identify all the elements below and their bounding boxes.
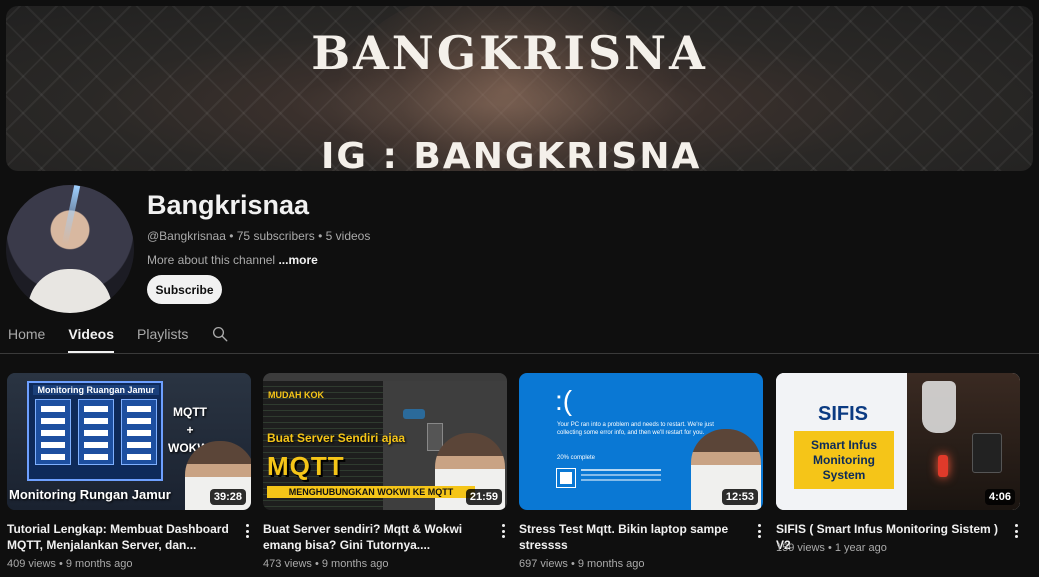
video-meta: 473 views • 9 months ago (263, 558, 389, 570)
indicator-light (938, 455, 948, 477)
tabs-divider (0, 353, 1039, 354)
about-label: More about this channel (147, 253, 276, 267)
thumbnail-strip: MENGHUBUNGKAN WOKWI KE MQTT (267, 486, 475, 498)
video-card[interactable]: MUDAH KOK Buat Server Sendiri ajaa MQTT … (263, 373, 507, 570)
thumbnail-mqtt-text: MQTT (267, 451, 345, 481)
thumbnail-caption: Monitoring Rungan Jamur (9, 487, 171, 502)
more-link[interactable]: ...more (278, 253, 317, 267)
video-title[interactable]: Tutorial Lengkap: Membuat Dashboard MQTT… (7, 521, 229, 553)
video-duration: 21:59 (465, 489, 502, 505)
banner-ig-handle: IG : BANGKRISNA (321, 136, 702, 171)
thumbnail-fineprint (581, 469, 661, 471)
video-duration: 4:06 (984, 489, 1015, 505)
channel-name: Bangkrisnaa (147, 190, 310, 220)
more-options-icon[interactable] (1009, 522, 1023, 540)
thumbnail-percent: 20% complete (557, 455, 596, 461)
video-title[interactable]: Buat Server sendiri? Mqtt & Wokwi emang … (263, 521, 485, 553)
subscribe-button[interactable]: Subscribe (147, 275, 222, 304)
video-thumbnail[interactable]: :( Your PC ran into a problem and needs … (519, 373, 763, 510)
video-title[interactable]: Stress Test Mqtt. Bikin laptop sampe str… (519, 521, 741, 553)
more-options-icon[interactable] (240, 522, 254, 540)
more-options-icon[interactable] (496, 522, 510, 540)
video-meta: 409 views • 9 months ago (7, 558, 133, 570)
infusion-bag (922, 381, 956, 433)
video-card[interactable]: Monitoring Ruangan Jamur MQTT + WOKWI Mo… (7, 373, 251, 570)
thumbnail-sad-face: :( (555, 385, 573, 416)
video-thumbnail[interactable]: MUDAH KOK Buat Server Sendiri ajaa MQTT … (263, 373, 507, 510)
channel-banner: BANGKRISNA IG : BANGKRISNA (6, 6, 1033, 171)
dashboard-column (78, 399, 114, 465)
channel-avatar[interactable] (6, 185, 134, 313)
tab-home[interactable]: Home (8, 318, 45, 353)
video-meta: 159 views • 1 year ago (776, 542, 887, 554)
thumbnail-mudah-text: MUDAH KOK (268, 390, 324, 400)
thumbnail-title-box: Smart Infus Monitoring System (794, 431, 894, 489)
about-channel-link[interactable]: More about this channel ...more (147, 253, 318, 267)
monitor-device (972, 433, 1002, 473)
video-meta: 697 views • 9 months ago (519, 558, 645, 570)
dashboard-column (121, 399, 157, 465)
thumbnail-sifis-text: SIFIS (818, 403, 869, 425)
thumbnail-dashboard: Monitoring Ruangan Jamur (27, 381, 163, 481)
qr-code-icon (556, 468, 576, 488)
avatar-figure (28, 269, 112, 313)
channel-tabs: Home Videos Playlists (8, 318, 229, 354)
video-card[interactable]: SIFIS Smart Infus Monitoring System 4:06… (776, 373, 1020, 554)
channel-meta: @Bangkrisnaa • 75 subscribers • 5 videos (147, 229, 371, 243)
tab-playlists[interactable]: Playlists (137, 318, 188, 353)
thumbnail-buat-text: Buat Server Sendiri ajaa (267, 431, 406, 445)
dashboard-column (35, 399, 71, 465)
video-thumbnail[interactable]: Monitoring Ruangan Jamur MQTT + WOKWI Mo… (7, 373, 251, 510)
more-options-icon[interactable] (752, 522, 766, 540)
thumbnail-error-text: Your PC ran into a problem and needs to … (557, 422, 714, 436)
avatar-light (61, 185, 81, 245)
video-duration: 12:53 (721, 489, 758, 505)
dashboard-title: Monitoring Ruangan Jamur (33, 385, 159, 395)
thumbnail-sensor (403, 409, 425, 419)
banner-title: BANGKRISNA (311, 26, 708, 80)
thumbnail-titlebar (263, 373, 507, 381)
tab-videos[interactable]: Videos (68, 318, 115, 353)
search-icon[interactable] (211, 325, 229, 343)
video-thumbnail[interactable]: SIFIS Smart Infus Monitoring System 4:06 (776, 373, 1020, 510)
video-card[interactable]: :( Your PC ran into a problem and needs … (519, 373, 763, 570)
video-duration: 39:28 (209, 489, 246, 505)
